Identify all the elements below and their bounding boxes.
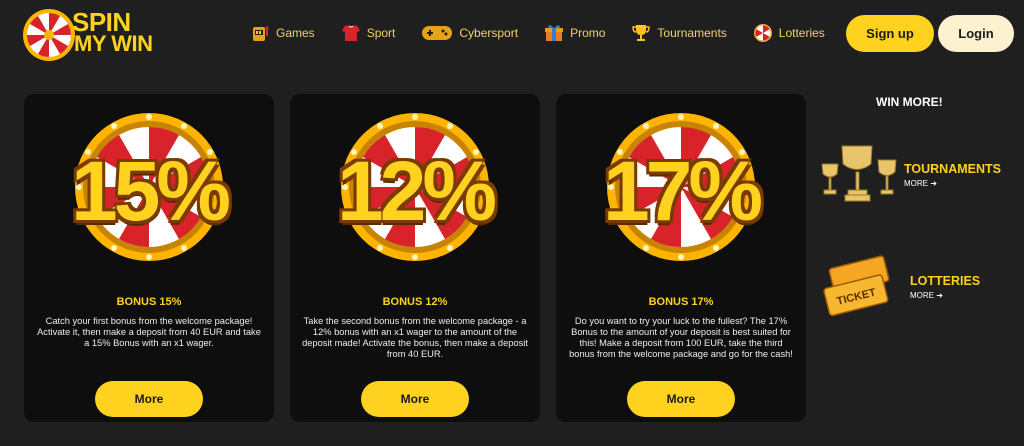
tournaments-title: TOURNAMENTS bbox=[904, 162, 1001, 176]
bonus-card: 15% BONUS 15% Catch your first bonus fro… bbox=[24, 94, 274, 422]
bonus-percent: 17% bbox=[602, 144, 763, 238]
more-button[interactable]: More bbox=[95, 381, 203, 417]
logo-text: SPIN MY WIN bbox=[72, 7, 153, 56]
bonus-title: BONUS 17% bbox=[648, 296, 714, 308]
trophies-icon bbox=[821, 145, 897, 202]
tickets-icon: TICKET bbox=[823, 255, 890, 317]
lotteries-text: LOTTERIES MORE ➜ bbox=[910, 274, 980, 300]
lottery-wheel-icon bbox=[753, 24, 772, 42]
logo[interactable]: SPIN MY WIN bbox=[22, 8, 172, 64]
bonus-description: Do you want to try your luck to the full… bbox=[569, 316, 793, 359]
tournaments-more-link[interactable]: MORE ➜ bbox=[904, 179, 1001, 188]
nav-label: Sport bbox=[366, 26, 396, 40]
nav-item-lotteries[interactable]: Lotteries bbox=[753, 23, 825, 43]
main-nav: Games Sport Cybersport Promo Tournaments… bbox=[250, 22, 825, 44]
nav-item-tournaments[interactable]: Tournaments bbox=[631, 23, 727, 43]
bonus-card: 17% BONUS 17% Do you want to try your lu… bbox=[556, 94, 806, 422]
nav-item-games[interactable]: Games bbox=[250, 23, 315, 43]
slot-machine-icon bbox=[253, 26, 269, 41]
nav-item-sport[interactable]: Sport bbox=[341, 23, 396, 43]
nav-item-cybersport[interactable]: Cybersport bbox=[421, 23, 518, 43]
tournaments-promo[interactable]: TOURNAMENTS MORE ➜ bbox=[820, 142, 1001, 208]
nav-label: Tournaments bbox=[657, 26, 727, 40]
login-button[interactable]: Login bbox=[938, 15, 1014, 52]
tournaments-text: TOURNAMENTS MORE ➜ bbox=[904, 162, 1001, 188]
more-button[interactable]: More bbox=[627, 381, 735, 417]
nav-label: Cybersport bbox=[459, 26, 519, 40]
bonus-title: BONUS 15% bbox=[116, 296, 182, 308]
gamepad-icon bbox=[422, 26, 453, 40]
nav-label: Promo bbox=[570, 26, 606, 40]
more-button[interactable]: More bbox=[361, 381, 469, 417]
header: SPIN MY WIN Games Sport Cybersport Promo… bbox=[0, 0, 1024, 68]
signup-button[interactable]: Sign up bbox=[846, 15, 934, 52]
gift-icon bbox=[545, 25, 564, 41]
logo-line1: SPIN bbox=[72, 7, 131, 37]
bonus-title: BONUS 12% bbox=[382, 296, 448, 308]
bonus-card: 12% BONUS 12% Take the second bonus from… bbox=[290, 94, 540, 422]
wheel-logo-icon bbox=[23, 9, 75, 61]
bonus-description: Catch your first bonus from the welcome … bbox=[37, 316, 261, 348]
bonus-description: Take the second bonus from the welcome p… bbox=[302, 316, 528, 359]
logo-line2: MY WIN bbox=[74, 31, 153, 56]
nav-label: Games bbox=[276, 26, 315, 40]
bonus-percent: 12% bbox=[336, 144, 497, 238]
bonus-percent: 15% bbox=[70, 144, 231, 238]
lotteries-title: LOTTERIES bbox=[910, 274, 981, 288]
trophy-icon bbox=[632, 25, 651, 41]
lotteries-promo[interactable]: TICKET LOTTERIES MORE ➜ bbox=[820, 254, 980, 320]
lotteries-more-link[interactable]: MORE ➜ bbox=[910, 291, 980, 300]
sidebar-title: WIN MORE! bbox=[876, 95, 943, 109]
jersey-icon bbox=[341, 25, 360, 41]
nav-label: Lotteries bbox=[778, 26, 825, 40]
nav-item-promo[interactable]: Promo bbox=[544, 23, 605, 43]
